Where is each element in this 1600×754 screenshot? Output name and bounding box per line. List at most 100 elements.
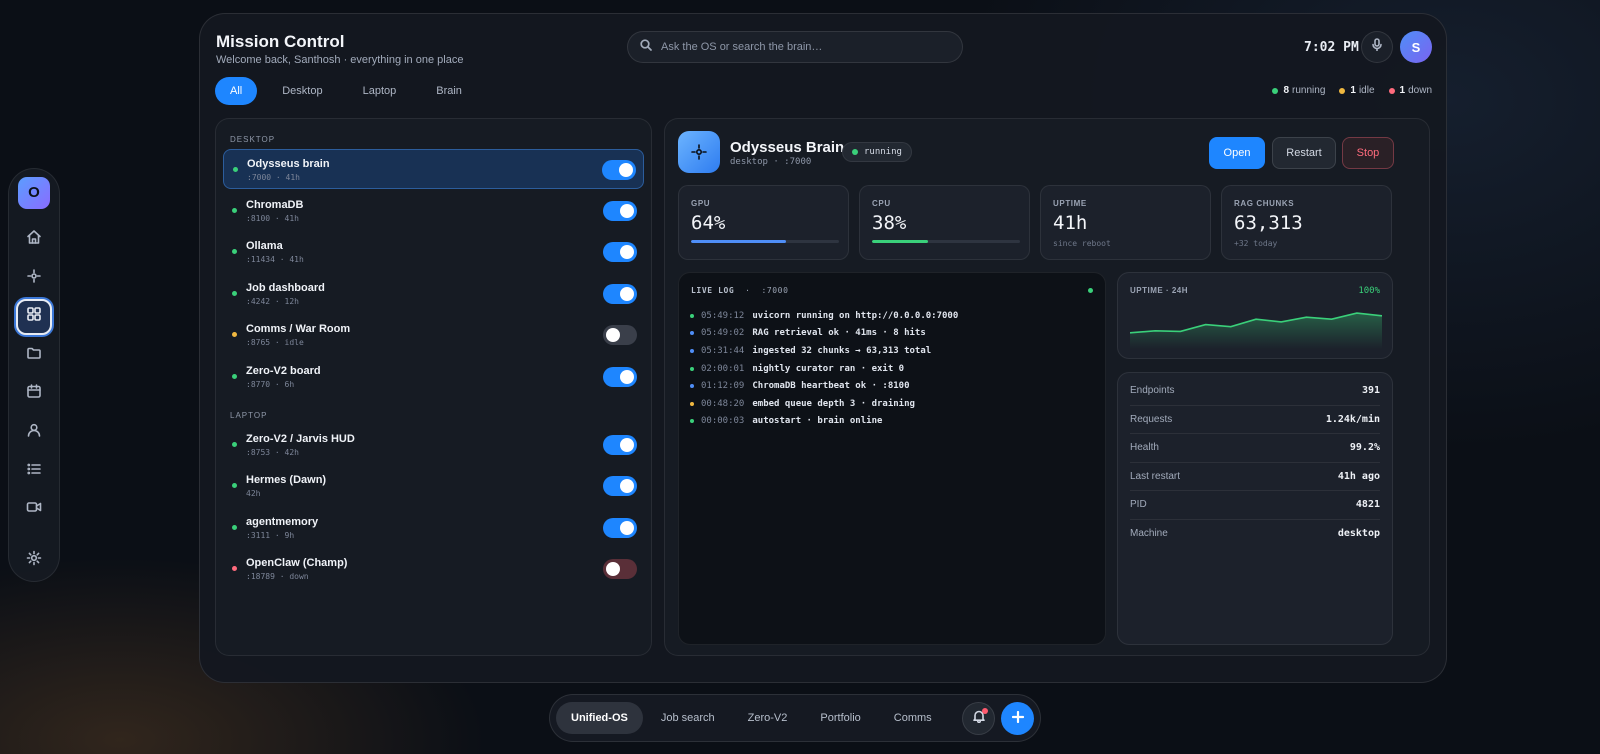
info-value: desktop (1337, 528, 1380, 540)
home-icon (26, 229, 42, 250)
service-row[interactable]: Odysseus brain:7000 · 41h (223, 149, 644, 189)
status-dot (232, 483, 237, 489)
tab-desktop[interactable]: Desktop (267, 77, 337, 105)
service-toggle[interactable] (602, 160, 636, 180)
tab-all[interactable]: All (215, 77, 258, 105)
info-row-endpoints: Endpoints 391 (1130, 377, 1380, 406)
status-count-running: 8 running (1272, 85, 1325, 96)
service-toggle[interactable] (603, 559, 637, 580)
log-time: 00:48:20 (701, 398, 745, 409)
search-bar[interactable] (627, 31, 963, 63)
rail-item-folder[interactable] (16, 338, 52, 374)
status-dot (233, 167, 238, 172)
log-line: 05:49:12 uvicorn running on http://0.0.0.… (690, 307, 958, 325)
log-time: 05:31:44 (701, 345, 745, 356)
rail-item-gear[interactable] (16, 542, 52, 578)
service-name: Zero-V2 board (246, 364, 321, 377)
page-title: Mission Control (216, 32, 345, 51)
service-toggle[interactable] (603, 242, 637, 263)
live-log-port: :7000 (761, 286, 789, 295)
stat-card-uptime: UPTIME 41h since reboot (1040, 185, 1211, 260)
service-toggle[interactable] (603, 283, 637, 304)
status-dot (1272, 87, 1279, 94)
service-meta: :8765 · idle (246, 338, 304, 348)
dock-tab-unified-os[interactable]: Unified-OS (556, 702, 643, 734)
service-host: desktop · :7000 (730, 157, 812, 167)
notification-badge (982, 708, 988, 714)
mic-button[interactable] (1361, 31, 1393, 63)
log-line: 05:49:02 RAG retrieval ok · 41ms · 8 hits (690, 325, 958, 343)
service-row[interactable]: agentmemory:3111 · 9h (223, 508, 644, 548)
service-toggle[interactable] (603, 434, 637, 455)
log-lines: 05:49:12 uvicorn running on http://0.0.0.… (690, 307, 958, 430)
folder-icon (26, 345, 42, 366)
status-badge-label: running (864, 147, 902, 157)
toggle-knob (619, 163, 633, 177)
log-message: nightly curator ran · exit 0 (752, 363, 905, 374)
avatar[interactable]: S (1400, 31, 1432, 63)
service-toggle[interactable] (603, 366, 637, 387)
log-time: 02:00:01 (701, 363, 745, 374)
log-time: 05:49:02 (701, 328, 745, 339)
restart-button[interactable]: Restart (1272, 137, 1336, 169)
dock-tab-portfolio[interactable]: Portfolio (805, 702, 875, 734)
video-icon (26, 499, 42, 520)
stat-card-cpu: CPU 38% (859, 185, 1030, 260)
dock-tab-comms[interactable]: Comms (879, 702, 947, 734)
status-count-label: running (1292, 85, 1326, 96)
service-name: Job dashboard (246, 281, 325, 294)
log-time: 05:49:12 (701, 310, 745, 321)
stat-label: CPU (872, 199, 891, 208)
brain-icon (678, 131, 720, 173)
rail-item-grid[interactable] (16, 298, 52, 335)
service-meta: :8770 · 6h (246, 379, 295, 389)
status-dot (232, 441, 237, 447)
toggle-knob (620, 520, 634, 535)
tab-laptop[interactable]: Laptop (348, 77, 412, 105)
rail-item-user[interactable] (16, 415, 52, 451)
live-log-header: LIVE LOG · :7000 (691, 286, 789, 295)
stop-button[interactable]: Stop (1342, 137, 1394, 169)
info-key: Endpoints (1130, 385, 1175, 397)
service-toggle[interactable] (603, 517, 637, 538)
service-toggle[interactable] (603, 325, 637, 346)
service-row[interactable]: Zero-V2 board :8770 · 6h (223, 357, 644, 397)
info-row-machine: Machine desktop (1130, 520, 1380, 549)
dock-tab-job-search[interactable]: Job search (646, 702, 730, 734)
log-level-dot (690, 331, 694, 336)
notifications-button[interactable] (962, 702, 995, 735)
service-row[interactable]: ChromaDB:8100 · 41h (223, 191, 644, 231)
service-row[interactable]: Comms / War Room:8765 · idle (223, 315, 644, 355)
log-level-dot (690, 401, 694, 406)
info-key: Last restart (1130, 470, 1181, 482)
dock-tab-zero-v2[interactable]: Zero-V2 (733, 702, 803, 734)
rail-item-list[interactable] (16, 453, 52, 489)
log-message: autostart · brain online (752, 416, 883, 427)
stat-value: 41h (1053, 212, 1088, 234)
service-row[interactable]: Hermes (Dawn) 42h (223, 466, 644, 506)
rail-item-home[interactable] (16, 222, 52, 258)
status-count-label: idle (1358, 85, 1375, 96)
service-row[interactable]: Zero-V2 / Jarvis HUD:8753 · 42h (223, 425, 644, 465)
log-level-dot (690, 419, 694, 424)
rail-item-video[interactable] (16, 492, 52, 528)
rail-item-calendar[interactable] (16, 376, 52, 412)
add-button[interactable] (1001, 702, 1034, 735)
service-name: OpenClaw (Champ) (246, 557, 348, 570)
bottom-dock: Unified-OS Job search Zero-V2 Portfolio Comm… (549, 694, 1041, 742)
log-message: embed queue depth 3 · draining (752, 398, 915, 409)
open-button[interactable]: Open (1209, 137, 1265, 169)
tab-brain[interactable]: Brain (421, 77, 477, 105)
service-row[interactable]: OpenClaw (Champ):18789 · down (223, 549, 644, 589)
service-row[interactable]: Job dashboard:4242 · 12h (223, 274, 644, 314)
service-row[interactable]: Ollama:11434 · 41h (223, 232, 644, 272)
rail-item-brain[interactable] (16, 260, 52, 296)
info-value: 1.24k/min (1325, 413, 1380, 425)
search-input[interactable] (661, 41, 951, 53)
service-toggle[interactable] (603, 200, 637, 221)
app-logo[interactable]: O (18, 177, 50, 209)
toggle-knob (620, 369, 634, 384)
service-detail-panel: Odysseus Brain desktop · :7000 running O… (664, 118, 1430, 656)
service-toggle[interactable] (603, 476, 637, 497)
log-line: 02:00:01 nightly curator ran · exit 0 (690, 360, 958, 378)
